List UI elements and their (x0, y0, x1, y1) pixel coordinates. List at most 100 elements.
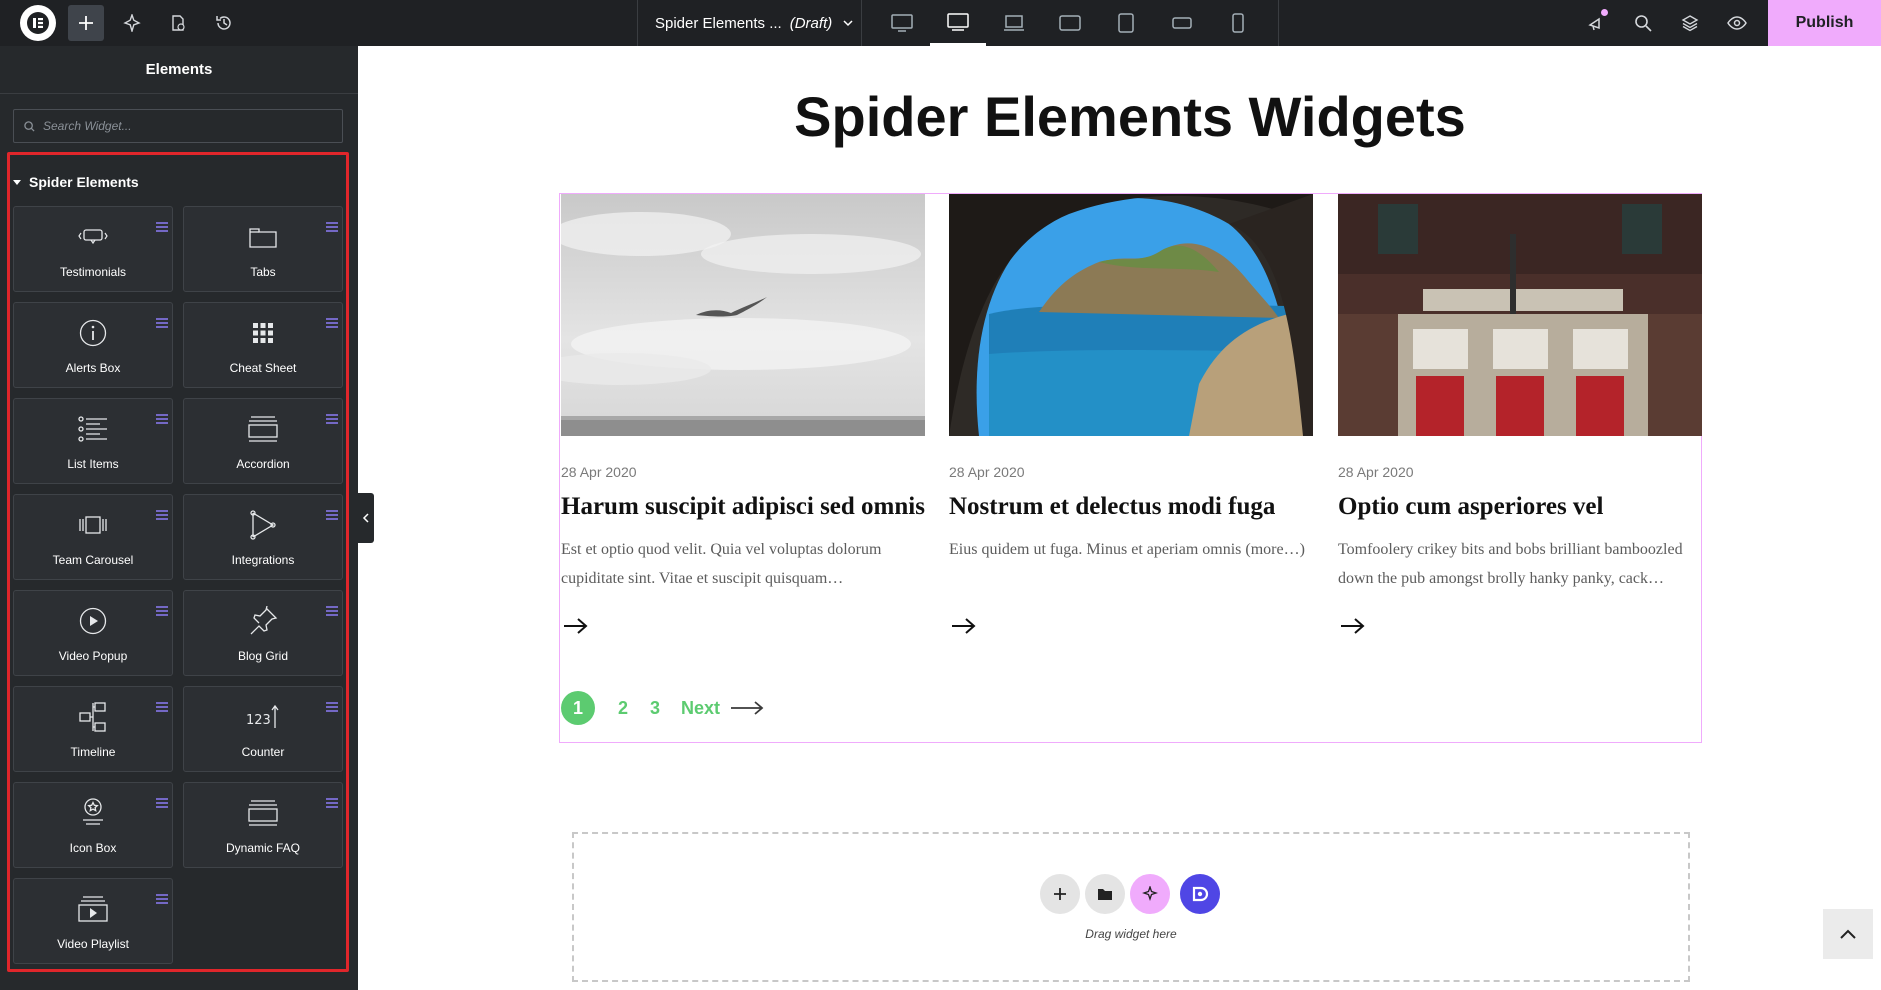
ai-sparkle-icon[interactable] (114, 5, 150, 41)
search-widget-input[interactable]: Search Widget... (13, 109, 343, 143)
widget-label: Blog Grid (237, 649, 289, 663)
device-widescreen-icon[interactable] (930, 0, 986, 46)
document-status: (Draft) (789, 14, 833, 32)
widget-counter[interactable]: 123 Counter (183, 686, 343, 772)
drag-handle-icon[interactable] (326, 414, 338, 424)
widget-video-playlist[interactable]: Video Playlist (13, 878, 173, 964)
drag-handle-icon[interactable] (156, 222, 168, 232)
drag-handle-icon[interactable] (156, 606, 168, 616)
svg-text:123: 123 (246, 713, 271, 728)
ai-sparkle-icon[interactable] (1130, 874, 1170, 914)
template-library-folder-icon[interactable] (1085, 874, 1125, 914)
history-icon[interactable] (206, 5, 242, 41)
layers-icon[interactable] (1672, 5, 1708, 41)
widget-timeline[interactable]: Timeline (13, 686, 173, 772)
widget-tabs[interactable]: Tabs (183, 206, 343, 292)
page-current[interactable]: 1 (561, 691, 595, 725)
search-placeholder: Search Widget... (43, 119, 132, 133)
drag-handle-icon[interactable] (326, 606, 338, 616)
drag-handle-icon[interactable] (326, 318, 338, 328)
panel-title: Elements (0, 46, 358, 94)
add-element-icon[interactable] (68, 5, 104, 41)
widget-label: Timeline (70, 745, 116, 759)
drag-handle-icon[interactable] (156, 318, 168, 328)
drag-handle-icon[interactable] (326, 510, 338, 520)
drag-handle-icon[interactable] (326, 702, 338, 712)
scroll-to-top-button[interactable] (1823, 909, 1873, 959)
post-title[interactable]: Nostrum et delectus modi fuga (949, 493, 1329, 521)
chevron-down-icon (843, 20, 853, 27)
device-mobile-landscape-icon[interactable] (1154, 0, 1210, 46)
post-date: 28 Apr 2020 (561, 464, 637, 480)
read-more-arrow-icon[interactable] (951, 617, 977, 635)
drag-handle-icon[interactable] (156, 702, 168, 712)
widget-label: Tabs (250, 265, 276, 279)
collapse-panel-button[interactable] (358, 493, 374, 543)
post-title[interactable]: Optio cum asperiores vel (1338, 493, 1718, 521)
carousel-icon (14, 509, 172, 541)
accordion-icon (184, 413, 342, 445)
page-link[interactable]: 2 (618, 698, 628, 719)
device-tablet-landscape-icon[interactable] (1042, 0, 1098, 46)
next-page-link[interactable]: Next (681, 698, 764, 719)
spider-elements-logo-icon[interactable] (1180, 874, 1220, 914)
drag-handle-icon[interactable] (156, 798, 168, 808)
widget-accordion[interactable]: Accordion (183, 398, 343, 484)
drag-widget-hint: Drag widget here (1085, 927, 1177, 941)
widget-list-items[interactable]: List Items (13, 398, 173, 484)
arrow-right-icon (731, 701, 764, 715)
widget-integrations[interactable]: Integrations (183, 494, 343, 580)
device-tablet-icon[interactable] (1098, 0, 1154, 46)
pagination: 1 2 3 Next (561, 691, 764, 725)
widget-label: Icon Box (69, 841, 117, 855)
widget-alerts-box[interactable]: Alerts Box (13, 302, 173, 388)
read-more-arrow-icon[interactable] (563, 617, 589, 635)
add-section-plus-icon[interactable] (1040, 874, 1080, 914)
play-circle-icon (14, 605, 172, 637)
widget-label: Testimonials (59, 265, 127, 279)
post-excerpt: Est et optio quod velit. Quia vel volupt… (561, 541, 882, 587)
speech-bubble-icon (14, 221, 172, 253)
drag-handle-icon[interactable] (156, 894, 168, 904)
document-title[interactable]: Spider Elements ... (Draft) (655, 0, 854, 46)
publish-button[interactable]: Publish (1768, 0, 1881, 46)
widget-label: Alerts Box (65, 361, 121, 375)
widget-label: Video Popup (58, 649, 128, 663)
widget-blog-grid[interactable]: Blog Grid (183, 590, 343, 676)
widget-team-carousel[interactable]: Team Carousel (13, 494, 173, 580)
device-desktop-icon[interactable] (874, 0, 930, 46)
post-title[interactable]: Harum suscipit adipisci sed omnis (561, 493, 941, 521)
page-link[interactable]: 3 (650, 698, 660, 719)
widget-label: Integrations (231, 553, 295, 567)
drag-handle-icon[interactable] (156, 414, 168, 424)
widget-dynamic-faq[interactable]: Dynamic FAQ (183, 782, 343, 868)
post-image-massey-hall[interactable] (1338, 194, 1702, 436)
widget-testimonials[interactable]: Testimonials (13, 206, 173, 292)
post-image-bird[interactable] (561, 194, 925, 436)
device-laptop-icon[interactable] (986, 0, 1042, 46)
device-mobile-icon[interactable] (1210, 0, 1266, 46)
next-label: Next (681, 697, 721, 718)
tabs-icon (184, 221, 342, 253)
notifications-icon[interactable] (1578, 5, 1614, 41)
chevron-up-icon (1840, 929, 1856, 939)
empty-section-dropzone[interactable] (572, 832, 1690, 982)
drag-handle-icon[interactable] (326, 222, 338, 232)
category-header[interactable]: Spider Elements (13, 174, 139, 190)
chevron-left-icon (362, 513, 369, 523)
widget-icon-box[interactable]: Icon Box (13, 782, 173, 868)
preview-eye-icon[interactable] (1719, 5, 1755, 41)
post-date: 28 Apr 2020 (949, 464, 1025, 480)
search-icon[interactable] (1625, 5, 1661, 41)
pin-icon (184, 605, 342, 637)
read-more-arrow-icon[interactable] (1340, 617, 1366, 635)
drag-handle-icon[interactable] (156, 510, 168, 520)
widget-video-popup[interactable]: Video Popup (13, 590, 173, 676)
post-date: 28 Apr 2020 (1338, 464, 1414, 480)
elementor-logo-icon[interactable] (20, 5, 56, 41)
widget-cheat-sheet[interactable]: Cheat Sheet (183, 302, 343, 388)
post-image-sea-cave[interactable] (949, 194, 1313, 436)
drag-handle-icon[interactable] (326, 798, 338, 808)
page-settings-icon[interactable] (160, 5, 196, 41)
widget-label: Accordion (236, 457, 290, 471)
